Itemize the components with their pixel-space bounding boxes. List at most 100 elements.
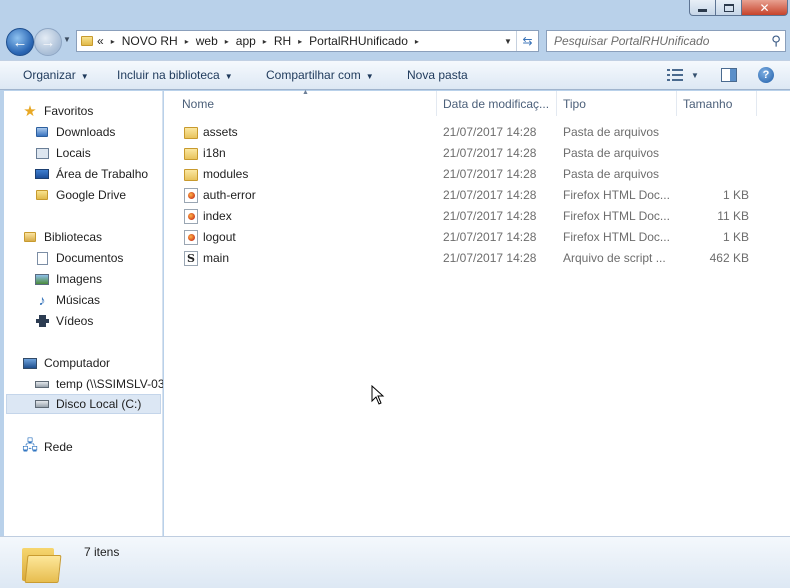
- file-type: Firefox HTML Doc...: [563, 209, 670, 223]
- search-input[interactable]: [554, 34, 767, 48]
- column-header-type[interactable]: Tipo: [557, 91, 677, 116]
- nav-item-music[interactable]: ♪ Músicas: [34, 290, 101, 310]
- file-row[interactable]: assets 21/07/2017 14:28 Pasta de arquivos: [164, 122, 790, 143]
- chevron-down-icon: ▼: [224, 72, 233, 81]
- column-header-date[interactable]: Data de modificaç...: [437, 91, 557, 116]
- breadcrumb-separator-icon[interactable]: ▸: [298, 37, 302, 46]
- documents-icon: [34, 250, 50, 266]
- breadcrumb-item[interactable]: RH: [274, 34, 291, 48]
- nav-images-label: Imagens: [56, 272, 103, 286]
- nav-item-downloads[interactable]: Downloads: [34, 122, 115, 142]
- help-button[interactable]: ?: [756, 65, 776, 85]
- column-header-name[interactable]: Nome: [176, 91, 437, 116]
- address-bar[interactable]: « ▸ NOVO RH ▸ web ▸ app ▸ RH ▸ PortalRHUnificado ▸…: [76, 30, 539, 52]
- breadcrumb-separator-icon[interactable]: ▸: [415, 37, 419, 46]
- nav-item-network-drive[interactable]: temp (\\SSIMSLV-03: [34, 374, 163, 394]
- nav-favorites-label: Favoritos: [44, 104, 94, 118]
- search-icon[interactable]: ⚲: [767, 33, 785, 49]
- file-size: 1 KB: [722, 188, 749, 202]
- breadcrumb-separator-icon[interactable]: ▸: [185, 37, 189, 46]
- change-view-button[interactable]: [664, 65, 686, 85]
- breadcrumb-item[interactable]: web: [196, 34, 218, 48]
- nav-item-google-drive[interactable]: Google Drive: [34, 185, 126, 205]
- breadcrumb-item[interactable]: app: [236, 34, 256, 48]
- file-row[interactable]: index 21/07/2017 14:28 Firefox HTML Doc...…: [164, 206, 790, 227]
- nav-item-videos[interactable]: Vídeos: [34, 311, 93, 331]
- breadcrumb-separator-icon[interactable]: ▸: [225, 37, 229, 46]
- refresh-icon: ⇆: [522, 34, 533, 48]
- close-button[interactable]: ✕: [742, 0, 788, 16]
- view-list-icon: [667, 69, 683, 81]
- share-menu[interactable]: Compartilhar com ▼: [266, 68, 374, 82]
- file-type: Pasta de arquivos: [563, 146, 660, 160]
- downloads-folder-icon: [34, 124, 50, 140]
- videos-icon: [34, 313, 50, 329]
- recent-pages-dropdown[interactable]: ▼: [63, 35, 71, 44]
- nav-item-locais[interactable]: Locais: [34, 143, 91, 163]
- column-type-label: Tipo: [563, 96, 586, 111]
- minimize-button[interactable]: [689, 0, 716, 16]
- file-row[interactable]: i18n 21/07/2017 14:28 Pasta de arquivos: [164, 143, 790, 164]
- chevron-down-icon: ▼: [504, 36, 512, 46]
- organize-menu[interactable]: Organizar ▼: [23, 68, 89, 82]
- share-label: Compartilhar com: [266, 68, 361, 82]
- include-library-label: Incluir na biblioteca: [117, 68, 220, 82]
- breadcrumb-item[interactable]: PortalRHUnificado: [309, 34, 408, 48]
- nav-network[interactable]: 🖧 Rede: [22, 437, 73, 457]
- recent-places-icon: [34, 145, 50, 161]
- nav-computer[interactable]: Computador: [22, 353, 110, 373]
- forward-arrow-icon: →: [40, 33, 56, 51]
- nav-videos-label: Vídeos: [56, 314, 94, 328]
- forward-button[interactable]: →: [34, 28, 62, 56]
- file-size: 462 KB: [709, 251, 749, 265]
- libraries-icon: [22, 229, 38, 245]
- nav-downloads-label: Downloads: [56, 125, 116, 139]
- breadcrumb-separator-icon[interactable]: ▸: [111, 37, 115, 46]
- new-folder-button[interactable]: Nova pasta: [407, 68, 468, 82]
- file-row[interactable]: modules 21/07/2017 14:28 Pasta de arquivos: [164, 164, 790, 185]
- html-file-icon: [184, 230, 198, 245]
- new-folder-label: Nova pasta: [407, 68, 468, 82]
- address-folder-icon: [77, 36, 97, 46]
- nav-item-desktop[interactable]: Área de Trabalho: [34, 164, 148, 184]
- view-options-dropdown[interactable]: ▼: [688, 65, 702, 85]
- address-dropdown-button[interactable]: ▼: [500, 37, 516, 46]
- nav-item-documents[interactable]: Documentos: [34, 248, 123, 268]
- star-icon: ★: [23, 103, 37, 120]
- close-icon: ✕: [759, 0, 770, 15]
- refresh-button[interactable]: ⇆: [516, 31, 538, 51]
- breadcrumb-overflow[interactable]: «: [97, 34, 104, 48]
- file-name: i18n: [203, 146, 226, 160]
- file-row[interactable]: logout 21/07/2017 14:28 Firefox HTML Doc..…: [164, 227, 790, 248]
- nav-locais-label: Locais: [56, 146, 91, 160]
- minimize-icon: [698, 9, 707, 12]
- nav-favorites[interactable]: ★ Favoritos: [22, 101, 93, 121]
- file-name: modules: [203, 167, 249, 181]
- breadcrumb-separator-icon[interactable]: ▸: [263, 37, 267, 46]
- nav-item-images[interactable]: Imagens: [34, 269, 102, 289]
- file-size: 11 KB: [717, 209, 749, 223]
- include-library-menu[interactable]: Incluir na biblioteca ▼: [117, 68, 233, 82]
- column-name-label: Nome: [182, 96, 215, 111]
- column-header-size[interactable]: Tamanho: [677, 91, 757, 116]
- folder-icon: [184, 169, 198, 181]
- organize-label: Organizar: [23, 68, 76, 82]
- mouse-cursor-icon: [371, 385, 385, 405]
- file-row[interactable]: auth-error 21/07/2017 14:28 Firefox HTML D…: [164, 185, 790, 206]
- folder-icon: [22, 546, 62, 584]
- file-date: 21/07/2017 14:28: [443, 209, 537, 223]
- nav-item-local-disk[interactable]: Disco Local (C:): [6, 394, 161, 414]
- preview-pane-icon: [721, 68, 737, 82]
- back-button[interactable]: ←: [6, 28, 34, 56]
- caption-buttons: ✕: [689, 0, 788, 18]
- file-name: index: [203, 209, 232, 223]
- file-type: Firefox HTML Doc...: [563, 188, 670, 202]
- nav-documents-label: Documentos: [56, 251, 124, 265]
- html-file-icon: [184, 209, 198, 224]
- breadcrumb-item[interactable]: NOVO RH: [122, 34, 178, 48]
- maximize-button[interactable]: [716, 0, 742, 16]
- file-date: 21/07/2017 14:28: [443, 230, 537, 244]
- nav-libraries[interactable]: Bibliotecas: [22, 227, 102, 247]
- preview-pane-button[interactable]: [716, 65, 742, 85]
- file-row[interactable]: main 21/07/2017 14:28 Arquivo de script ..…: [164, 248, 790, 269]
